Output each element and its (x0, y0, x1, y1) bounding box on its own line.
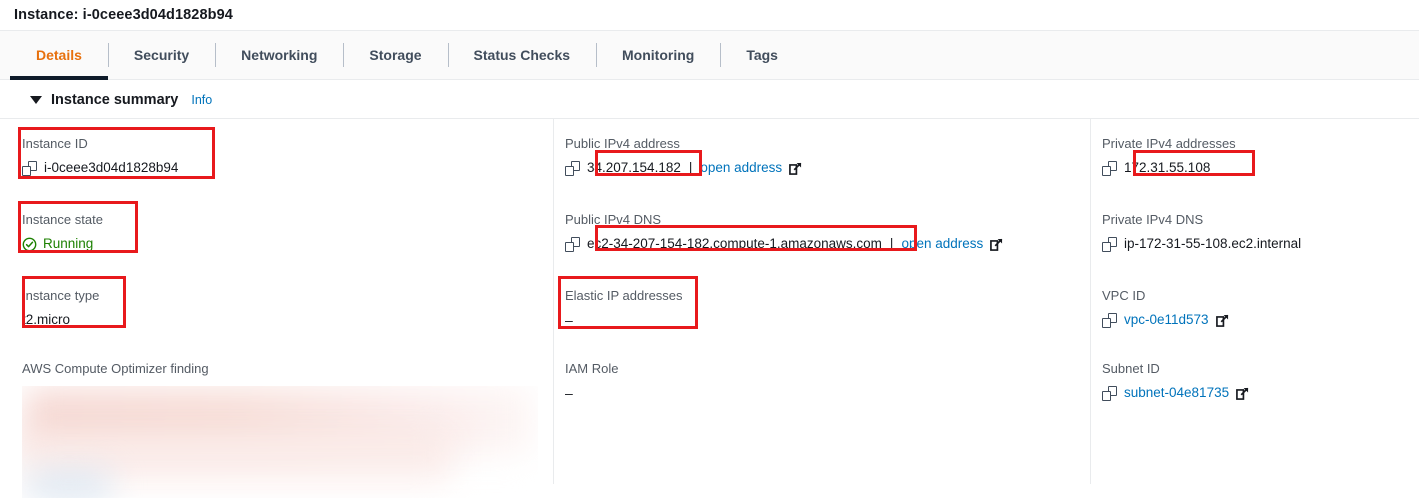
subnet-id-link[interactable]: subnet-04e81735 (1124, 382, 1229, 404)
copy-icon[interactable] (1102, 160, 1117, 176)
field-iam-role-value-row: – (565, 382, 1090, 404)
tab-networking[interactable]: Networking (215, 31, 343, 79)
info-link[interactable]: Info (191, 93, 212, 107)
tab-tags[interactable]: Tags (720, 31, 804, 79)
tab-monitoring[interactable]: Monitoring (596, 31, 720, 79)
field-public-ipv4-dns-value: ec2-34-207-154-182.compute-1.amazonaws.c… (587, 236, 882, 251)
field-public-ipv4-dns-label: Public IPv4 DNS (565, 212, 662, 227)
field-instance-id-value: i-0ceee3d04d1828b94 (44, 160, 179, 175)
field-elastic-ip-addresses-label: Elastic IP addresses (565, 288, 683, 303)
value-separator: | (688, 160, 693, 175)
field-private-ipv4-addresses: Private IPv4 addresses 172.31.55.108 (1102, 133, 1419, 179)
open-address-link[interactable]: open address (700, 157, 782, 179)
tab-details[interactable]: Details (10, 31, 108, 80)
field-vpc-id-value-row: vpc-0e11d573 (1102, 309, 1419, 331)
redacted-content-block (22, 386, 538, 498)
copy-icon[interactable] (1102, 236, 1117, 252)
field-instance-type-value: t2.micro (22, 312, 71, 327)
field-public-ipv4-dns-value-row: ec2-34-207-154-182.compute-1.amazonaws.c… (565, 233, 1090, 255)
tab-status-checks[interactable]: Status Checks (447, 31, 596, 79)
page-header: Instance: i-0ceee3d04d1828b94 (0, 0, 1419, 30)
field-private-ipv4-dns: Private IPv4 DNS ip-172-31-55-108.ec2.in… (1102, 209, 1419, 255)
check-circle-icon (22, 237, 37, 251)
instance-summary-body: Instance ID i-0ceee3d04d1828b94 Instance… (0, 119, 1419, 498)
summary-column-left: Instance ID i-0ceee3d04d1828b94 Instance… (0, 119, 553, 498)
field-subnet-id-label: Subnet ID (1102, 361, 1160, 376)
tab-networking-label: Networking (241, 47, 318, 63)
field-subnet-id-value-row: subnet-04e81735 (1102, 382, 1419, 404)
field-instance-id-label: Instance ID (22, 136, 88, 151)
external-link-icon[interactable] (789, 162, 802, 175)
field-elastic-ip-addresses: Elastic IP addresses – (565, 285, 1090, 331)
field-instance-state-label: Instance state (22, 212, 103, 227)
field-instance-type: Instance type t2.micro (22, 285, 553, 331)
field-instance-type-label: Instance type (22, 288, 100, 303)
copy-icon[interactable] (565, 236, 580, 252)
field-public-ipv4-dns: Public IPv4 DNS ec2-34-207-154-182.compu… (565, 209, 1090, 255)
tab-tags-label: Tags (746, 47, 778, 63)
tab-monitoring-label: Monitoring (622, 47, 695, 63)
field-instance-id-value-row: i-0ceee3d04d1828b94 (22, 157, 553, 179)
field-private-ipv4-addresses-value: 172.31.55.108 (1124, 160, 1211, 175)
value-separator: | (889, 236, 894, 251)
section-title: Instance summary (51, 92, 179, 108)
field-private-ipv4-dns-value-row: ip-172-31-55-108.ec2.internal (1102, 233, 1419, 255)
field-public-ipv4-address: Public IPv4 address 34.207.154.182 | ope… (565, 133, 1090, 179)
copy-icon[interactable] (1102, 385, 1117, 401)
field-vpc-id: VPC ID vpc-0e11d573 (1102, 285, 1419, 331)
tab-storage-label: Storage (369, 47, 422, 63)
summary-column-right: Private IPv4 addresses 172.31.55.108 Pri… (1090, 119, 1419, 484)
tab-security-label: Security (133, 47, 190, 63)
caret-down-icon[interactable] (30, 96, 42, 104)
field-iam-role-value: – (565, 385, 573, 401)
field-instance-type-value-row: t2.micro (22, 309, 553, 331)
instance-summary-header: Instance summary Info (0, 80, 1419, 118)
external-link-icon[interactable] (1236, 387, 1249, 400)
field-private-ipv4-addresses-value-row: 172.31.55.108 (1102, 157, 1419, 179)
copy-icon[interactable] (1102, 312, 1117, 328)
field-public-ipv4-address-value-row: 34.207.154.182 | open address (565, 157, 1090, 179)
tab-storage[interactable]: Storage (343, 31, 447, 79)
open-address-link[interactable]: open address (901, 233, 983, 255)
field-compute-optimizer-label: AWS Compute Optimizer finding (22, 361, 209, 376)
field-iam-role: IAM Role – (565, 358, 1090, 404)
copy-icon[interactable] (22, 160, 37, 176)
external-link-icon[interactable] (1215, 314, 1229, 327)
vpc-id-link[interactable]: vpc-0e11d573 (1124, 309, 1209, 331)
field-private-ipv4-dns-label: Private IPv4 DNS (1102, 212, 1204, 227)
field-compute-optimizer: AWS Compute Optimizer finding (22, 358, 553, 498)
tab-status-checks-label: Status Checks (473, 47, 571, 63)
field-instance-id: Instance ID i-0ceee3d04d1828b94 (22, 133, 553, 179)
tab-list: Details Security Networking Storage Stat… (10, 31, 1419, 80)
field-instance-state-value-row: Running (22, 233, 553, 255)
external-link-icon[interactable] (990, 238, 1003, 251)
status-badge: Running (22, 233, 93, 255)
field-iam-role-label: IAM Role (565, 361, 619, 376)
page-title: Instance: i-0ceee3d04d1828b94 (14, 7, 233, 23)
field-public-ipv4-address-value: 34.207.154.182 (587, 160, 681, 175)
field-private-ipv4-addresses-label: Private IPv4 addresses (1102, 136, 1236, 151)
field-instance-state: Instance state Running (22, 209, 553, 255)
tab-security[interactable]: Security (107, 31, 215, 79)
field-subnet-id: Subnet ID subnet-04e81735 (1102, 358, 1419, 404)
tab-bar: Details Security Networking Storage Stat… (0, 30, 1419, 80)
tab-details-label: Details (36, 47, 82, 63)
field-private-ipv4-dns-value: ip-172-31-55-108.ec2.internal (1124, 236, 1302, 251)
field-vpc-id-label: VPC ID (1102, 288, 1146, 303)
field-elastic-ip-addresses-value: – (565, 312, 573, 328)
field-public-ipv4-address-label: Public IPv4 address (565, 136, 680, 151)
summary-column-middle: Public IPv4 address 34.207.154.182 | ope… (553, 119, 1090, 484)
field-instance-state-value: Running (43, 236, 94, 251)
copy-icon[interactable] (565, 160, 580, 176)
field-elastic-ip-addresses-value-row: – (565, 309, 1090, 331)
